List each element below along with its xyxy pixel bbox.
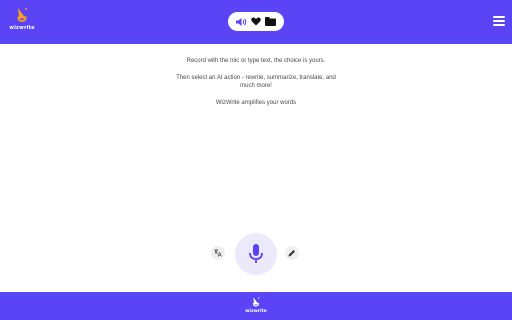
app-footer: wizwrite	[0, 292, 512, 320]
header-toolbar	[228, 12, 284, 31]
favorites-button[interactable]	[250, 16, 262, 28]
brand-name: wizwrite	[9, 25, 35, 31]
microphone-icon	[249, 244, 263, 263]
intro-text: Record with the mic or type text, the ch…	[176, 57, 336, 115]
speaker-button[interactable]	[235, 16, 247, 28]
intro-line-actions: Then select an AI action - rewrite, summ…	[176, 74, 336, 90]
input-controls	[0, 230, 512, 278]
wizard-hat-logo-icon	[252, 297, 260, 307]
footer-brand-logo: wizwrite	[244, 296, 268, 314]
pencil-icon	[288, 250, 295, 257]
intro-line-tagline: WizWrite amplifies your words	[215, 99, 297, 106]
wizard-hat-logo-icon	[17, 8, 27, 22]
folder-icon	[265, 17, 277, 26]
edit-text-button[interactable]	[285, 246, 299, 260]
heart-icon	[251, 17, 261, 26]
brand-logo[interactable]: wizwrite	[8, 6, 36, 38]
hamburger-menu-icon	[493, 16, 505, 26]
menu-button[interactable]	[493, 16, 505, 27]
intro-line-record: Record with the mic or type text, the ch…	[186, 58, 326, 64]
record-mic-button[interactable]	[235, 233, 277, 275]
app-header: wizwrite	[0, 0, 512, 44]
translate-button[interactable]	[211, 246, 225, 260]
footer-brand-name: wizwrite	[245, 309, 267, 314]
speaker-icon	[235, 17, 247, 26]
translate-icon	[214, 249, 222, 257]
files-button[interactable]	[265, 16, 277, 28]
